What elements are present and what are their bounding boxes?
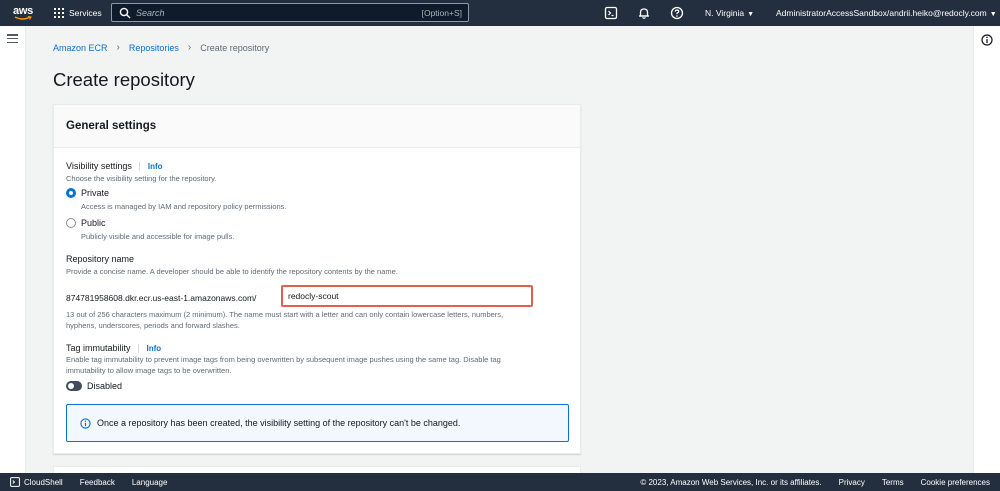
- aws-smile-icon: [14, 15, 32, 20]
- tag-immutability-toggle[interactable]: [66, 381, 82, 391]
- tag-immutability-label-text: Tag immutability: [66, 343, 131, 353]
- aws-logo[interactable]: aws: [11, 5, 35, 21]
- radio-public[interactable]: [66, 218, 76, 228]
- tag-immutability-description: Enable tag immutability to prevent image…: [66, 355, 501, 376]
- repository-name-input[interactable]: [288, 291, 531, 301]
- visibility-label-text: Visibility settings: [66, 161, 132, 171]
- cloudshell-icon[interactable]: [604, 6, 618, 20]
- visibility-info-link[interactable]: Info: [138, 162, 163, 171]
- search-icon: [119, 7, 131, 18]
- tag-immutability-toggle-row[interactable]: Disabled: [66, 381, 122, 391]
- terms-link[interactable]: Terms: [882, 478, 904, 487]
- cookie-preferences-link[interactable]: Cookie preferences: [921, 478, 990, 487]
- region-selector[interactable]: N. Virginia ▼: [705, 8, 754, 18]
- help-icon[interactable]: [670, 6, 684, 20]
- tools-rail: [973, 26, 1000, 473]
- repository-name-description: Provide a concise name. A developer shou…: [66, 267, 398, 276]
- radio-public-label: Public: [81, 218, 106, 228]
- bell-icon[interactable]: [637, 6, 651, 20]
- search-bar[interactable]: [Option+S]: [111, 3, 469, 22]
- language-link[interactable]: Language: [132, 478, 168, 487]
- toggle-label: Disabled: [87, 381, 123, 391]
- repository-uri-prefix: 874781958608.dkr.ecr.us-east-1.amazonaws…: [66, 293, 257, 303]
- cloudshell-label: CloudShell: [24, 477, 63, 487]
- side-navigation-rail: [0, 26, 26, 473]
- repository-name-label: Repository name: [66, 254, 135, 264]
- account-menu[interactable]: AdministratorAccessSandbox/andrii.heiko@…: [776, 8, 997, 18]
- breadcrumb-current: Create repository: [200, 42, 270, 53]
- visibility-settings-label: Visibility settings Info: [66, 161, 163, 171]
- repository-name-field[interactable]: [281, 285, 533, 307]
- tag-desc-line-2: immutability to allow image tags to be o…: [66, 365, 232, 375]
- grid-icon: [54, 8, 64, 18]
- feedback-link[interactable]: Feedback: [80, 478, 115, 487]
- tag-immutability-info-link[interactable]: Info: [137, 344, 162, 353]
- repository-name-constraint: 13 out of 256 characters maximum (2 mini…: [66, 310, 503, 331]
- chevron-right-icon: ›: [116, 42, 120, 53]
- cloudshell-button[interactable]: CloudShell: [10, 477, 63, 487]
- menu-icon[interactable]: [7, 34, 18, 43]
- cloudshell-icon: [10, 477, 20, 487]
- constraint-line-1: 13 out of 256 characters maximum (2 mini…: [66, 310, 504, 319]
- page-title: Create repository: [53, 69, 195, 90]
- search-shortcut: [Option+S]: [421, 7, 462, 18]
- region-label: N. Virginia: [705, 8, 745, 18]
- tag-immutability-label: Tag immutability Info: [66, 343, 162, 353]
- services-label: Services: [69, 8, 102, 18]
- constraint-line-2: hyphens, underscores, periods and forwar…: [66, 320, 240, 330]
- panel-header: General settings: [54, 105, 580, 148]
- panel-title: General settings: [66, 120, 157, 132]
- chevron-right-icon: ›: [187, 42, 192, 53]
- visibility-option-public[interactable]: Public: [66, 218, 106, 228]
- services-menu[interactable]: Services: [54, 8, 102, 18]
- visibility-description: Choose the visibility setting for the re…: [66, 174, 217, 183]
- footer-right: © 2023, Amazon Web Services, Inc. or its…: [623, 473, 990, 491]
- search-input[interactable]: [136, 7, 422, 18]
- caret-down-icon: ▼: [989, 11, 997, 18]
- copyright-text: © 2023, Amazon Web Services, Inc. or its…: [640, 477, 822, 487]
- info-icon: [80, 417, 91, 429]
- privacy-link[interactable]: Privacy: [839, 478, 865, 487]
- breadcrumb-amazon-ecr[interactable]: Amazon ECR: [53, 43, 108, 53]
- radio-private-label: Private: [81, 188, 110, 198]
- info-circle-icon[interactable]: [981, 34, 993, 46]
- visibility-option-private[interactable]: Private: [66, 188, 109, 198]
- caret-down-icon: ▼: [747, 11, 754, 18]
- footer: CloudShell Feedback Language © 2023, Ama…: [0, 473, 1000, 491]
- radio-private-description: Access is managed by IAM and repository …: [81, 202, 287, 211]
- breadcrumb: Amazon ECR › Repositories › Create repos…: [53, 42, 269, 53]
- info-alert: Once a repository has been created, the …: [66, 404, 569, 442]
- account-label: AdministratorAccessSandbox/andrii.heiko@…: [776, 8, 987, 18]
- top-navigation: aws Services [Option+S] N. Virginia▼ Adm…: [0, 0, 1000, 26]
- general-settings-panel: General settings Visibility settings Info…: [53, 104, 581, 454]
- radio-public-description: Publicly visible and accessible for imag…: [81, 232, 235, 241]
- radio-private[interactable]: [66, 188, 76, 198]
- breadcrumb-repositories[interactable]: Repositories: [129, 43, 179, 53]
- alert-message: Once a repository has been created, the …: [97, 418, 461, 428]
- tag-desc-line-1: Enable tag immutability to prevent image…: [66, 355, 501, 364]
